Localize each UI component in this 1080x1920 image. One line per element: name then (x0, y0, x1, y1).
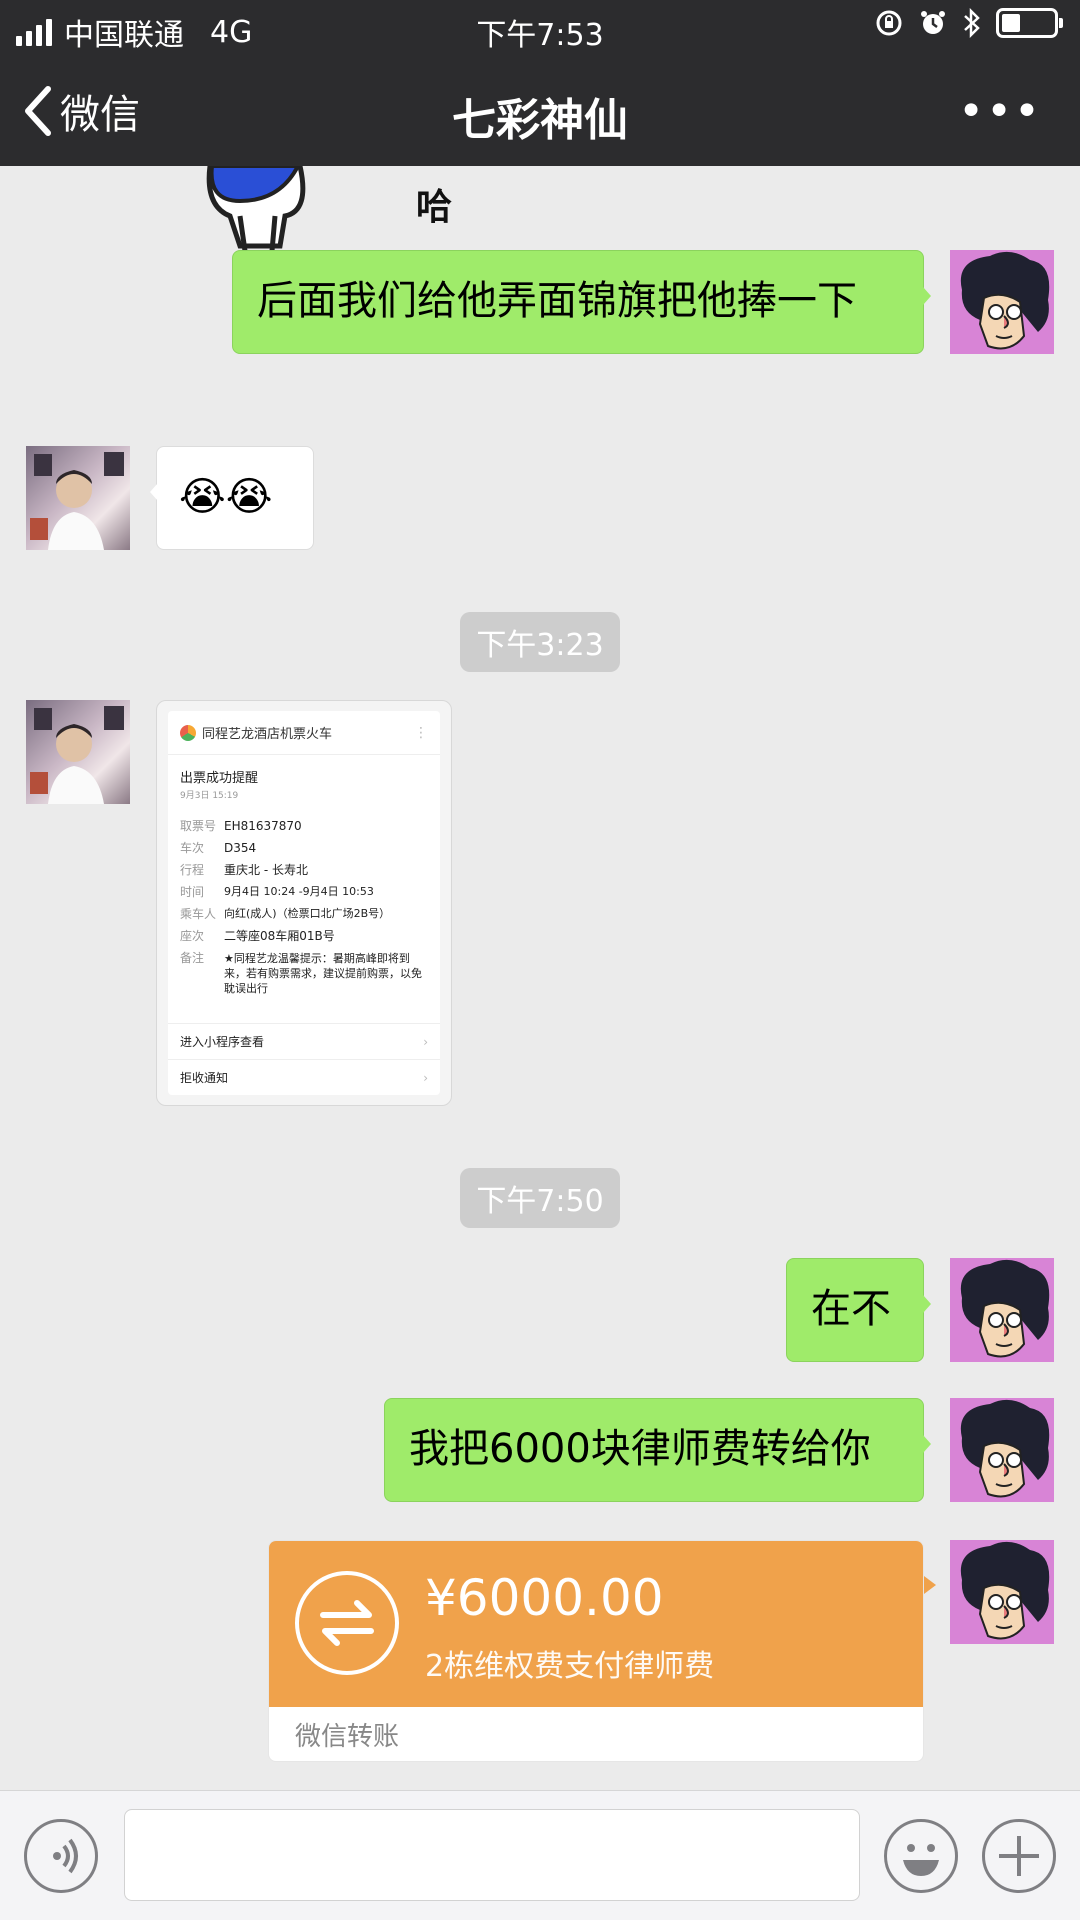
voice-icon (53, 1838, 78, 1874)
ticket-row-key: 取票号 (180, 819, 217, 833)
timestamp-divider: 下午7:50 (0, 1168, 1080, 1228)
ticket-row-value: 向红(成人)（检票口北广场2B号） (224, 907, 391, 920)
my-avatar[interactable] (950, 1540, 1054, 1644)
rotation-lock-icon (876, 10, 902, 36)
transfer-footer: 微信转账 (295, 1721, 400, 1752)
chevron-right-icon: › (423, 1034, 428, 1049)
emoji-icon (903, 1844, 939, 1876)
contact-avatar[interactable] (26, 700, 130, 804)
contact-message-bubble[interactable]: 😭😭 (150, 446, 314, 550)
ticket-row-key: 行程 (180, 863, 205, 877)
ticket-row-value: ★同程艺龙温馨提示：暑期高峰即将到来，若有购票需求，建议提前购票，以免耽误出行 (224, 952, 422, 995)
my-avatar[interactable] (950, 1258, 1054, 1362)
ticket-screenshot-message[interactable]: 同程艺龙酒店机票火车 ⋮ 出票成功提醒 9月3日 15:19 取票号 EH8163… (156, 700, 452, 1106)
ticket-card: 同程艺龙酒店机票火车 ⋮ 出票成功提醒 9月3日 15:19 取票号 EH8163… (168, 711, 440, 1095)
nav-bar: 微信 七彩神仙 ••• (0, 56, 1080, 166)
ticket-date: 9月3日 15:19 (180, 791, 239, 801)
transfer-amount: ¥6000.00 (425, 1569, 664, 1627)
ticket-row-key: 车次 (180, 841, 205, 855)
ticket-row-key: 时间 (180, 885, 205, 899)
ticket-app-name: 同程艺龙酒店机票火车 (202, 727, 333, 742)
bluetooth-icon (964, 8, 980, 38)
contact-avatar[interactable] (26, 446, 130, 550)
input-bar (0, 1790, 1080, 1920)
ticket-row-key: 座次 (180, 929, 205, 943)
cartoon-avatar-image (960, 1259, 1050, 1358)
transfer-description: 2栋维权费支付律师费 (425, 1649, 715, 1684)
timestamp-label: 下午7:50 (460, 1168, 620, 1228)
message-text: 后面我们给他弄面锦旗把他捧一下 (257, 278, 857, 324)
battery-icon (996, 8, 1063, 38)
cartoon-avatar-image (960, 1399, 1050, 1498)
message-input[interactable] (124, 1809, 860, 1901)
ticket-header: 同程艺龙酒店机票火车 ⋮ (168, 711, 440, 755)
ticket-row: 备注 ★同程艺龙温馨提示：暑期高峰即将到来，若有购票需求，建议提前购票，以免耽误出… (168, 947, 440, 996)
emoji-button[interactable] (884, 1819, 958, 1893)
my-avatar[interactable] (950, 1398, 1054, 1502)
my-avatar[interactable] (950, 250, 1054, 354)
contact-photo-image (30, 452, 124, 550)
chevron-right-icon: › (423, 1070, 428, 1085)
ticket-open-miniprogram-link[interactable]: 进入小程序查看 › (168, 1023, 440, 1059)
ticket-row-value: 二等座08车厢01B号 (224, 929, 335, 943)
ticket-row: 乘车人 向红(成人)（检票口北广场2B号） (168, 903, 440, 925)
transfer-bubble-tail (924, 1576, 936, 1594)
my-message-bubble[interactable]: 在不 (786, 1258, 931, 1362)
tongcheng-logo-icon (180, 724, 196, 741)
message-text: 在不 (811, 1286, 891, 1332)
plus-button[interactable] (982, 1819, 1056, 1893)
ticket-row-value: D354 (224, 841, 257, 855)
status-bar: 中国联通 4G 下午7:53 (0, 0, 1080, 56)
voice-button[interactable] (24, 1819, 98, 1893)
cartoon-avatar-image (960, 1541, 1050, 1640)
ticket-row: 座次 二等座08车厢01B号 (168, 925, 440, 947)
my-message-bubble[interactable]: 后面我们给他弄面锦旗把他捧一下 (232, 250, 931, 354)
sticker-text: 哈 (416, 187, 453, 228)
plus-icon (999, 1836, 1039, 1876)
chat-title: 七彩神仙 (452, 95, 628, 146)
ticket-row: 车次 D354 (168, 837, 440, 859)
timestamp-label: 下午3:23 (460, 612, 620, 672)
transfer-card-top: ¥6000.00 2栋维权费支付律师费 (269, 1541, 923, 1707)
alarm-icon (921, 11, 945, 34)
ticket-link-label: 拒收通知 (180, 1071, 229, 1085)
status-right (874, 8, 1063, 38)
cartoon-avatar-image (960, 251, 1050, 350)
ticket-row-value: 9月4日 10:24 -9月4日 10:53 (224, 885, 374, 898)
sticker-message (200, 166, 330, 256)
ticket-more-icon: ⋮ (414, 724, 428, 741)
message-text: 我把6000块律师费转给你 (409, 1426, 871, 1472)
battery-fill (1002, 14, 1020, 32)
transfer-card[interactable]: ¥6000.00 2栋维权费支付律师费 微信转账 (268, 1540, 924, 1762)
chat-area[interactable]: 哈 后面我们给他弄面锦旗把他捧一下 😭😭 下午3:23 同程艺龙酒店机票火车 ⋮… (0, 166, 1080, 1790)
contact-photo-image (30, 706, 124, 804)
ticket-row-value: EH81637870 (224, 819, 302, 833)
sticker-image (206, 166, 306, 252)
ticket-row: 行程 重庆北 - 长寿北 (168, 859, 440, 881)
my-message-bubble[interactable]: 我把6000块律师费转给你 (384, 1398, 931, 1502)
ticket-row: 取票号 EH81637870 (168, 815, 440, 837)
ticket-row-value: 重庆北 - 长寿北 (224, 863, 308, 877)
ticket-row-key: 乘车人 (180, 907, 217, 921)
more-icon[interactable]: ••• (958, 86, 1042, 137)
ticket-link-label: 进入小程序查看 (180, 1035, 265, 1049)
ticket-row-key: 备注 (180, 951, 205, 965)
timestamp-divider: 下午3:23 (0, 612, 1080, 672)
ticket-row: 时间 9月4日 10:24 -9月4日 10:53 (168, 881, 440, 903)
ticket-title: 出票成功提醒 (180, 771, 259, 786)
message-text: 😭😭 (179, 474, 273, 520)
ticket-reject-notice-link[interactable]: 拒收通知 › (168, 1059, 440, 1095)
transfer-icon (295, 1571, 399, 1675)
